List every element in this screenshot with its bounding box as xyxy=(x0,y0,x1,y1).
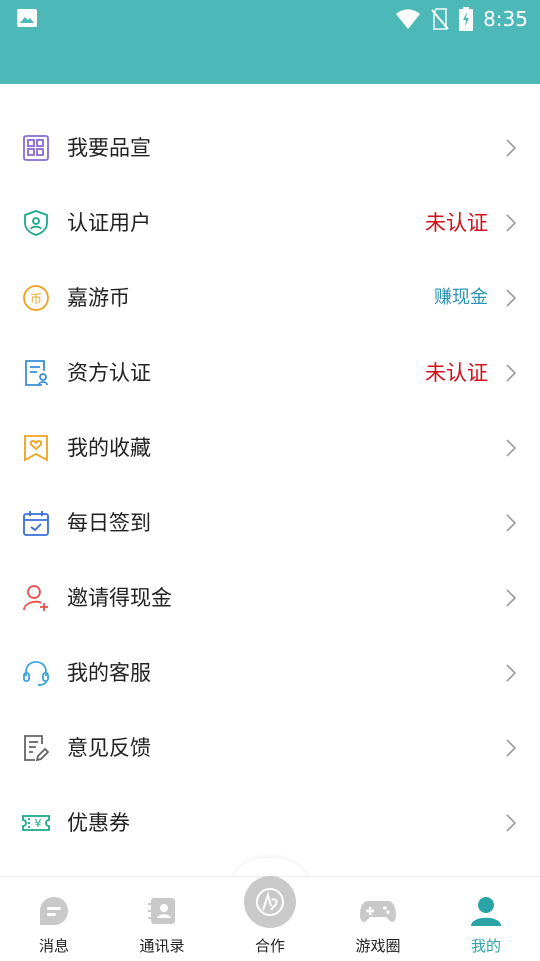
menu-item-label: 我的客服 xyxy=(67,661,151,685)
chevron-right-icon xyxy=(506,739,517,757)
wifi-icon xyxy=(396,9,421,29)
menu-item-label: 意见反馈 xyxy=(67,736,151,760)
menu-item-label: 邀请得现金 xyxy=(67,586,172,610)
calendar-check-icon xyxy=(23,511,49,536)
profile-icon xyxy=(471,897,501,926)
tab-messages[interactable]: 消息 xyxy=(0,877,108,961)
invite-user-icon xyxy=(23,585,48,611)
menu-item-label: 嘉游币 xyxy=(67,286,130,310)
coupon-icon: ¥ xyxy=(22,815,50,831)
status-bar: 8:35 xyxy=(0,0,540,84)
menu-item-label: 每日签到 xyxy=(67,511,151,535)
svg-text:¥: ¥ xyxy=(35,817,42,830)
contacts-icon xyxy=(148,898,175,924)
grid-apps-icon xyxy=(23,135,49,161)
menu-item-label: 我要品宣 xyxy=(67,136,151,160)
no-sim-icon xyxy=(431,8,449,30)
message-icon xyxy=(40,897,68,925)
headset-icon xyxy=(23,661,49,686)
verify-status: 未认证 xyxy=(425,211,488,235)
tab-label: 我的 xyxy=(470,937,501,955)
menu-item-label: 我的收藏 xyxy=(67,436,151,460)
chevron-right-icon xyxy=(506,439,517,457)
menu-item-daily-checkin[interactable]: 每日签到 xyxy=(0,485,540,560)
chevron-right-icon xyxy=(506,589,517,607)
menu-item-customer-service[interactable]: 我的客服 xyxy=(0,635,540,710)
chevron-right-icon xyxy=(506,514,517,532)
menu-item-brand-promo[interactable]: 我要品宣 xyxy=(0,110,540,185)
tab-profile[interactable]: 我的 xyxy=(432,877,540,961)
menu-item-investor-cert[interactable]: 资方认证 未认证 xyxy=(0,335,540,410)
menu-item-invite-cash[interactable]: 邀请得现金 xyxy=(0,560,540,635)
image-icon xyxy=(17,9,37,27)
feedback-edit-icon xyxy=(24,735,50,762)
chevron-right-icon xyxy=(506,139,517,157)
tab-label: 游戏圈 xyxy=(355,937,401,955)
menu-item-label: 资方认证 xyxy=(67,361,151,385)
certificate-icon xyxy=(25,360,48,386)
menu-item-label: 优惠券 xyxy=(67,811,130,835)
menu-item-favorites[interactable]: 我的收藏 xyxy=(0,410,540,485)
earn-cash-link[interactable]: 赚现金 xyxy=(434,286,488,310)
chevron-right-icon xyxy=(506,289,517,307)
menu-item-jiayou-coin[interactable]: 币 嘉游币 赚现金 xyxy=(0,260,540,335)
chevron-right-icon xyxy=(506,364,517,382)
tab-game-circle[interactable]: 游戏圈 xyxy=(324,877,432,961)
battery-charging-icon xyxy=(459,7,474,31)
menu-item-coupons[interactable]: ¥ 优惠券 xyxy=(0,785,540,860)
heart-bookmark-icon xyxy=(24,435,48,462)
tab-label: 合作 xyxy=(254,937,285,955)
tab-label: 通讯录 xyxy=(139,937,185,955)
menu-item-label: 认证用户 xyxy=(67,211,151,235)
tab-contacts[interactable]: 通讯录 xyxy=(108,877,216,961)
clock: 8:35 xyxy=(483,7,528,31)
chevron-right-icon xyxy=(506,814,517,832)
chevron-right-icon xyxy=(506,664,517,682)
menu-item-verified-user[interactable]: 认证用户 未认证 xyxy=(0,185,540,260)
svg-text:币: 币 xyxy=(30,292,42,306)
shield-user-icon xyxy=(24,210,48,236)
menu-item-feedback[interactable]: 意见反馈 xyxy=(0,710,540,785)
tab-label: 消息 xyxy=(38,937,69,955)
verify-status: 未认证 xyxy=(425,361,488,385)
gamepad-icon xyxy=(360,901,396,923)
cooperation-center-button[interactable] xyxy=(244,876,296,928)
coin-icon: 币 xyxy=(23,285,49,311)
cooperation-icon xyxy=(256,888,284,916)
chevron-right-icon xyxy=(506,214,517,232)
